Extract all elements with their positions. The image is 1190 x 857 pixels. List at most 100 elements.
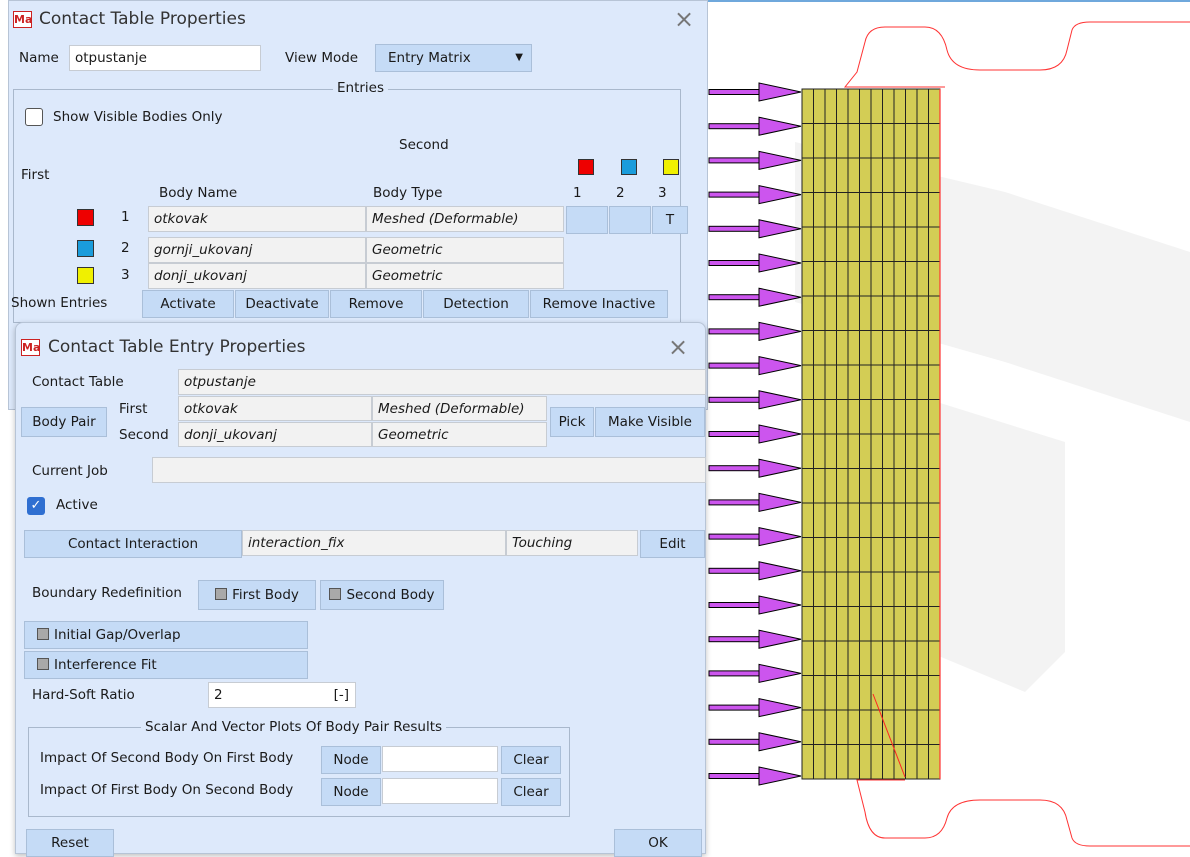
activate-button[interactable]: Activate — [142, 290, 234, 318]
dialog-title: Contact Table Entry Properties — [48, 337, 306, 357]
boundary-redefinition-label: Boundary Redefinition — [32, 585, 182, 601]
remove-button[interactable]: Remove — [330, 290, 422, 318]
second-body-button[interactable]: Second Body — [320, 580, 444, 610]
load-arrow — [708, 390, 802, 410]
body-name-cell[interactable]: gornji_ukovanj — [148, 237, 366, 263]
edit-button[interactable]: Edit — [640, 530, 705, 558]
entries-legend: Entries — [333, 80, 389, 96]
load-arrow — [708, 595, 802, 615]
contact-entry-dialog: Ma Contact Table Entry Properties × Cont… — [15, 322, 706, 857]
color-swatch-1 — [578, 159, 594, 175]
load-arrow — [708, 561, 802, 581]
view-mode-label: View Mode — [285, 50, 359, 66]
lower-die-contour — [856, 779, 1190, 847]
model-viewport[interactable] — [705, 0, 1190, 854]
impact-first-label: Impact Of First Body On Second Body — [40, 782, 294, 798]
active-label: Active — [56, 497, 98, 513]
body-type-cell[interactable]: Geometric — [366, 237, 564, 263]
hard-soft-ratio-unit: [-] — [333, 687, 349, 703]
upper-die-contour — [843, 21, 1190, 88]
contact-table-field[interactable]: otpustanje — [178, 369, 706, 395]
load-arrow — [708, 629, 802, 649]
close-icon[interactable]: × — [674, 7, 694, 31]
toggle-indicator-icon — [215, 588, 228, 600]
initial-gap-overlap-button[interactable]: Initial Gap/Overlap — [24, 621, 308, 649]
color-swatch-2 — [621, 159, 637, 175]
matrix-cell-1-1[interactable] — [566, 206, 608, 234]
dialog-title: Contact Table Properties — [39, 9, 246, 29]
load-arrow — [708, 424, 802, 444]
close-icon[interactable]: × — [668, 335, 688, 359]
matrix-cell-1-2[interactable] — [609, 206, 651, 234]
current-job-field[interactable] — [152, 457, 706, 483]
app-logo-icon: Ma — [21, 339, 41, 356]
impact-first-clear-button[interactable]: Clear — [501, 778, 561, 806]
second-label: Second — [399, 137, 449, 153]
body-type-cell[interactable]: Meshed (Deformable) — [366, 206, 564, 232]
body-name-cell[interactable]: donji_ukovanj — [148, 263, 366, 289]
deactivate-button[interactable]: Deactivate — [235, 290, 329, 318]
view-mode-select[interactable]: Entry Matrix ▼ — [375, 44, 532, 72]
load-arrow — [708, 253, 802, 273]
column-header-body-name: Body Name — [159, 185, 238, 201]
load-arrow — [708, 355, 802, 376]
chevron-down-icon: ▼ — [515, 52, 523, 63]
first-body-name[interactable]: otkovak — [178, 396, 372, 421]
load-arrow — [708, 492, 802, 513]
load-arrow — [708, 184, 802, 205]
first-body-button-label: First Body — [232, 587, 299, 603]
hard-soft-ratio-label: Hard-Soft Ratio — [32, 687, 135, 703]
hard-soft-ratio-input[interactable]: 2 [-] — [208, 682, 356, 708]
name-input[interactable]: otpustanje — [69, 45, 261, 71]
column-header-body-type: Body Type — [373, 185, 443, 201]
second-body-type[interactable]: Geometric — [372, 422, 547, 447]
impact-second-clear-button[interactable]: Clear — [501, 746, 561, 774]
contact-interaction-button[interactable]: Contact Interaction — [24, 530, 242, 558]
pick-button[interactable]: Pick — [550, 407, 594, 437]
active-checkbox[interactable]: ✓ — [27, 497, 45, 515]
row-color-swatch — [77, 240, 94, 257]
make-visible-button[interactable]: Make Visible — [595, 407, 705, 437]
impact-second-field[interactable] — [382, 746, 498, 772]
body-name-cell[interactable]: otkovak — [148, 206, 366, 232]
load-arrow — [708, 287, 802, 307]
toggle-indicator-icon — [37, 628, 49, 640]
first-body-type[interactable]: Meshed (Deformable) — [372, 396, 547, 421]
remove-inactive-button[interactable]: Remove Inactive — [530, 290, 668, 318]
show-visible-label: Show Visible Bodies Only — [53, 109, 223, 125]
interaction-name-field[interactable]: interaction_fix — [242, 530, 506, 556]
first-label: First — [21, 167, 50, 183]
load-arrows — [708, 82, 802, 786]
impact-first-field[interactable] — [382, 778, 498, 804]
impact-second-label: Impact Of Second Body On First Body — [40, 750, 294, 766]
impact-first-node-button[interactable]: Node — [321, 778, 381, 806]
row-color-swatch — [77, 209, 94, 226]
load-arrow — [708, 321, 802, 342]
first-body-button[interactable]: First Body — [198, 580, 316, 610]
load-arrow — [708, 697, 802, 718]
app-logo-icon: Ma — [13, 11, 33, 28]
interaction-type-field[interactable]: Touching — [506, 530, 638, 556]
model-canvas — [708, 21, 1190, 847]
detection-button[interactable]: Detection — [423, 290, 529, 318]
second-body-name[interactable]: donji_ukovanj — [178, 422, 372, 447]
load-arrow — [708, 766, 802, 786]
body-type-cell[interactable]: Geometric — [366, 263, 564, 289]
impact-second-node-button[interactable]: Node — [321, 746, 381, 774]
interference-fit-button[interactable]: Interference Fit — [24, 651, 308, 679]
matrix-cell-1-3[interactable]: T — [652, 206, 688, 234]
column-header-1: 1 — [573, 185, 582, 201]
toggle-indicator-icon — [37, 658, 49, 670]
show-visible-checkbox[interactable] — [25, 108, 43, 126]
reset-button[interactable]: Reset — [26, 829, 114, 857]
shown-entries-label: Shown Entries — [11, 295, 108, 311]
body-pair-button[interactable]: Body Pair — [21, 407, 107, 437]
row-color-swatch — [77, 267, 94, 284]
ok-button[interactable]: OK — [614, 829, 702, 857]
load-arrow — [708, 219, 802, 239]
color-swatch-3 — [663, 159, 679, 175]
row-number: 2 — [121, 240, 130, 256]
load-arrow — [708, 526, 802, 547]
load-arrow — [708, 458, 802, 478]
plots-legend: Scalar And Vector Plots Of Body Pair Res… — [141, 719, 447, 735]
